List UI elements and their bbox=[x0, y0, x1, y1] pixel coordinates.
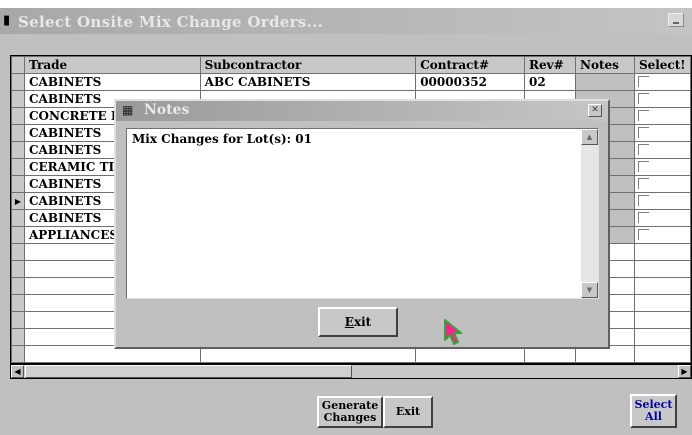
row-indicator-header bbox=[11, 56, 25, 74]
window-title: Select Onsite Mix Change Orders... bbox=[18, 13, 324, 31]
row-indicator bbox=[11, 311, 25, 329]
cell-select[interactable] bbox=[633, 175, 691, 193]
col-header-rev[interactable]: Rev# bbox=[524, 56, 576, 74]
row-indicator[interactable] bbox=[11, 90, 25, 108]
empty-cell bbox=[633, 345, 691, 363]
empty-cell bbox=[633, 294, 691, 312]
scroll-thumb[interactable] bbox=[25, 365, 352, 378]
row-indicator[interactable] bbox=[11, 226, 25, 244]
select-all-button[interactable]: Select All bbox=[630, 394, 677, 428]
select-checkbox[interactable] bbox=[637, 212, 649, 223]
row-indicator[interactable] bbox=[11, 158, 25, 176]
app-icon: ▮ bbox=[3, 13, 11, 28]
cell-select[interactable] bbox=[633, 192, 691, 210]
memo-scrollbar[interactable]: ▲ ▼ bbox=[581, 129, 598, 298]
empty-cell bbox=[633, 328, 691, 346]
row-indicator[interactable] bbox=[11, 107, 25, 125]
select-checkbox[interactable] bbox=[637, 229, 649, 240]
mouse-pointer-icon bbox=[444, 319, 462, 345]
col-header-notes[interactable]: Notes bbox=[575, 56, 635, 74]
row-indicator bbox=[11, 277, 25, 295]
select-checkbox[interactable] bbox=[637, 161, 649, 172]
cell-subcontractor[interactable]: ABC CABINETS bbox=[199, 73, 417, 91]
cell-rev[interactable]: 02 bbox=[524, 73, 576, 91]
scroll-right-icon[interactable]: ▶ bbox=[678, 365, 691, 378]
cell-select[interactable] bbox=[633, 124, 691, 142]
col-header-subcontractor[interactable]: Subcontractor bbox=[199, 56, 417, 74]
row-indicator[interactable] bbox=[11, 73, 25, 91]
col-header-contract[interactable]: Contract# bbox=[415, 56, 526, 74]
cell-trade[interactable]: CABINETS bbox=[23, 73, 201, 91]
notes-memo[interactable]: Mix Changes for Lot(s): 01 ▲ ▼ bbox=[126, 128, 599, 299]
minimize-button[interactable] bbox=[668, 13, 684, 27]
row-indicator[interactable] bbox=[11, 209, 25, 227]
select-checkbox[interactable] bbox=[637, 127, 649, 138]
close-icon[interactable]: ✕ bbox=[588, 104, 602, 117]
exit-button[interactable]: Exit bbox=[383, 396, 433, 428]
row-indicator bbox=[11, 260, 25, 278]
row-indicator bbox=[11, 345, 25, 363]
empty-cell bbox=[633, 311, 691, 329]
row-indicator bbox=[11, 328, 25, 346]
notes-dialog-titlebar: ▦ Notes ✕ bbox=[116, 101, 608, 121]
cell-select[interactable] bbox=[633, 209, 691, 227]
row-indicator[interactable] bbox=[11, 141, 25, 159]
notes-dialog-title: Notes bbox=[144, 102, 190, 118]
notes-text: Mix Changes for Lot(s): 01 bbox=[132, 132, 312, 146]
exit-accelerator: E bbox=[344, 315, 354, 329]
row-indicator[interactable]: ▶ bbox=[11, 192, 25, 210]
empty-cell bbox=[633, 277, 691, 295]
select-checkbox[interactable] bbox=[637, 195, 649, 206]
cell-select[interactable] bbox=[633, 73, 691, 91]
cell-select[interactable] bbox=[633, 107, 691, 125]
table-row[interactable]: CABINETS ABC CABINETS 00000352 02 bbox=[11, 73, 691, 91]
empty-cell bbox=[633, 260, 691, 278]
notes-app-icon: ▦ bbox=[122, 103, 134, 117]
row-indicator bbox=[11, 294, 25, 312]
scroll-left-icon[interactable]: ◀ bbox=[11, 365, 24, 378]
row-indicator bbox=[11, 243, 25, 261]
horizontal-scrollbar[interactable]: ◀ ▶ bbox=[10, 364, 692, 379]
cell-select[interactable] bbox=[633, 226, 691, 244]
generate-changes-button[interactable]: Generate Changes bbox=[317, 396, 383, 428]
col-header-trade[interactable]: Trade bbox=[23, 56, 201, 74]
top-strip bbox=[0, 0, 692, 8]
memo-scroll-down-icon[interactable]: ▼ bbox=[581, 282, 598, 298]
select-checkbox[interactable] bbox=[637, 93, 649, 104]
cell-select[interactable] bbox=[633, 141, 691, 159]
col-header-select[interactable]: Select! bbox=[633, 56, 691, 74]
row-indicator[interactable] bbox=[11, 124, 25, 142]
cell-contract[interactable]: 00000352 bbox=[415, 73, 526, 91]
notes-exit-button[interactable]: Exit bbox=[318, 307, 398, 337]
cell-select[interactable] bbox=[633, 158, 691, 176]
select-checkbox[interactable] bbox=[637, 76, 649, 87]
select-checkbox[interactable] bbox=[637, 178, 649, 189]
exit-label-rest: xit bbox=[353, 315, 372, 329]
cell-notes-button[interactable] bbox=[575, 73, 635, 91]
title-bar: ▮ Select Onsite Mix Change Orders... bbox=[0, 8, 692, 34]
select-checkbox[interactable] bbox=[637, 110, 649, 121]
cell-select[interactable] bbox=[633, 90, 691, 108]
memo-scroll-up-icon[interactable]: ▲ bbox=[581, 129, 598, 145]
notes-dialog: ▦ Notes ✕ Mix Changes for Lot(s): 01 ▲ ▼… bbox=[114, 99, 610, 349]
select-checkbox[interactable] bbox=[637, 144, 649, 155]
empty-cell bbox=[633, 243, 691, 261]
row-indicator[interactable] bbox=[11, 175, 25, 193]
